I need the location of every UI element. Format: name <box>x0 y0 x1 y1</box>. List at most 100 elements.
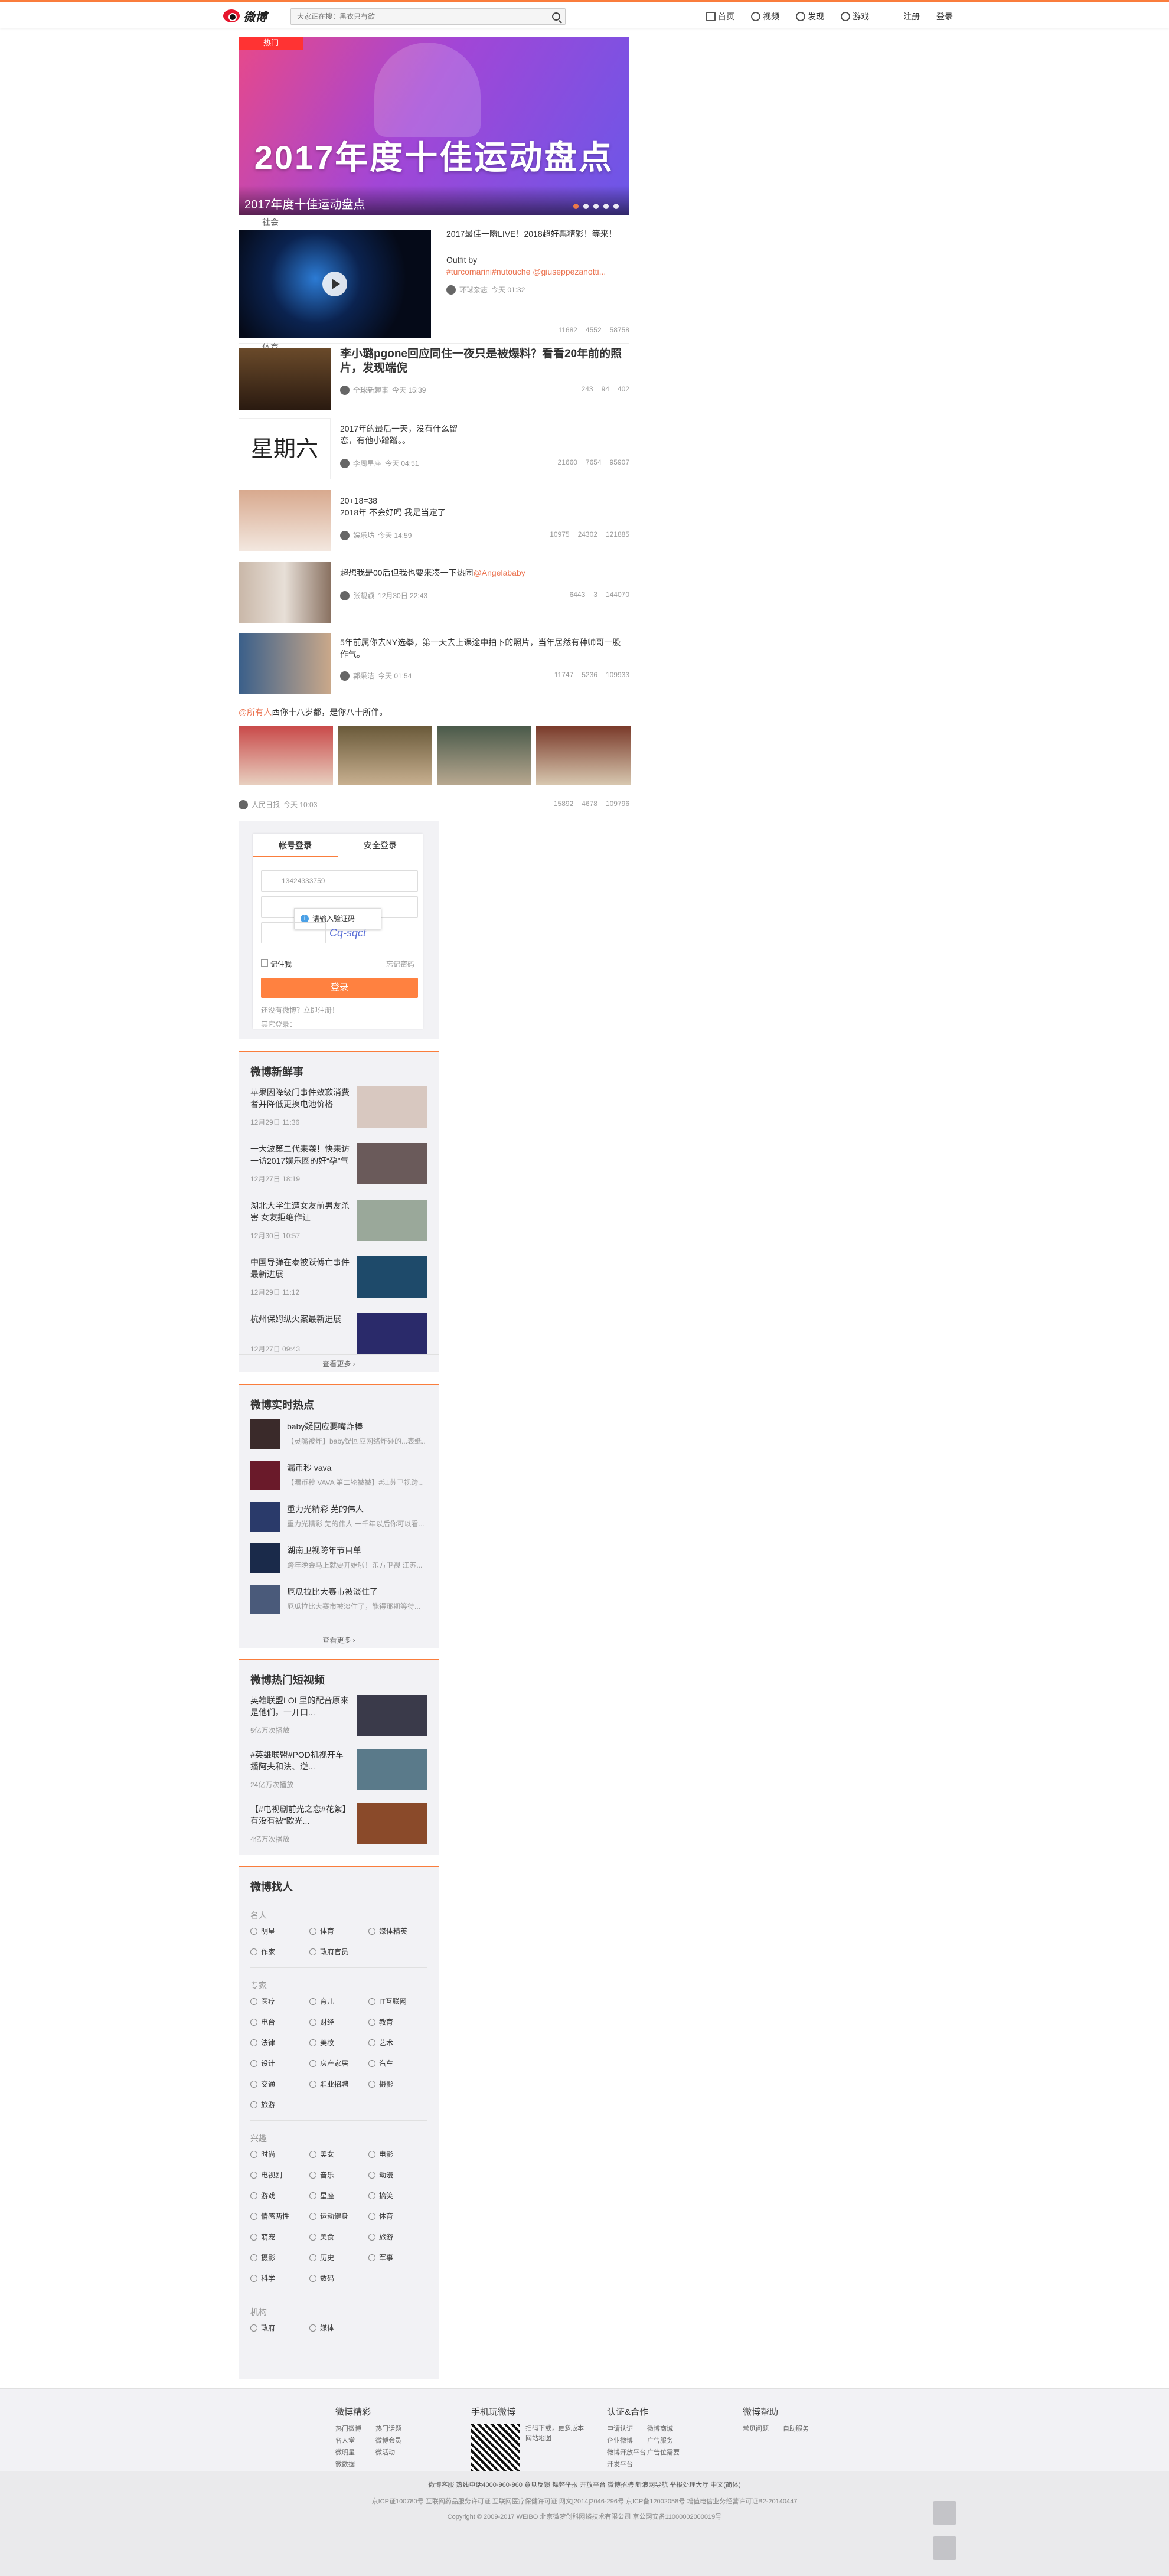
banner-carousel[interactable]: 热门 2017年度十佳运动盘点 2017年度十佳运动盘点 <box>239 37 629 215</box>
author[interactable]: 娱乐坊 <box>353 530 374 540</box>
gallery-image[interactable] <box>536 726 631 785</box>
avatar[interactable] <box>340 385 350 395</box>
footer-links-line[interactable]: 微博客服 热线电话4000-960-960 意见反馈 舞弊举报 开放平台 微博招… <box>0 2480 1169 2489</box>
category-link[interactable]: 职业招聘 <box>309 2079 368 2089</box>
video-thumbnail[interactable] <box>357 1803 427 1844</box>
nav-home[interactable]: 首页 <box>706 11 734 22</box>
news-image[interactable] <box>357 1313 427 1354</box>
author[interactable]: 人民日报 <box>252 799 280 809</box>
footer-link[interactable]: 微博开放平台 <box>607 2447 647 2457</box>
category-link[interactable]: 体育 <box>309 1926 368 1936</box>
hot-image[interactable] <box>250 1419 280 1449</box>
video-title[interactable]: 英雄联盟LOL里的配音原来是他们，一开口... <box>250 1695 351 1718</box>
news-image[interactable] <box>357 1256 427 1298</box>
hot-title[interactable]: 重力光精彩 芜的伟人 <box>287 1503 364 1515</box>
author[interactable]: 李周星座 <box>353 458 381 468</box>
video-thumbnail[interactable] <box>357 1695 427 1736</box>
news-title[interactable]: 湖北大学生遭女友前男友杀害 女友拒绝作证 <box>250 1200 354 1223</box>
like-count[interactable]: 144070 <box>606 590 629 599</box>
repost-count[interactable]: 243 <box>582 385 593 393</box>
search-input[interactable] <box>291 9 539 24</box>
category-link[interactable]: 艺术 <box>368 2038 427 2048</box>
news-item[interactable]: 中国导弹在泰被跃傅亡事件最新进展 12月29日 11:12 <box>239 1256 439 1313</box>
category-link[interactable]: 军事 <box>368 2252 427 2262</box>
username-field[interactable]: 13424333759 <box>261 870 418 892</box>
category-link[interactable]: 科学 <box>250 2273 309 2283</box>
news-image[interactable] <box>357 1143 427 1184</box>
view-more-link[interactable]: 查看更多 › <box>239 1354 439 1372</box>
footer-link[interactable]: 名人堂 <box>335 2435 375 2445</box>
category-link[interactable]: 政府 <box>250 2323 309 2333</box>
like-count[interactable]: 109933 <box>606 671 629 679</box>
hot-image[interactable] <box>250 1543 280 1573</box>
category-link[interactable]: 房产家居 <box>309 2058 368 2068</box>
login-button[interactable]: 登录 <box>261 978 418 998</box>
gallery-image[interactable] <box>437 726 531 785</box>
mention-link[interactable]: @所有人 <box>239 707 272 717</box>
news-title[interactable]: 一大波第二代来袭！快来访一访2017娱乐圈的好“孕”气 <box>250 1143 354 1167</box>
comment-count[interactable]: 7654 <box>586 458 602 466</box>
post-link[interactable]: #turcomarini#nutouche @giuseppezanotti..… <box>446 266 623 277</box>
post-image[interactable] <box>239 348 331 410</box>
category-link[interactable]: 媒体精英 <box>368 1926 427 1936</box>
feed-card[interactable]: 星期六 2017年的最后一天，没有什么留恋，有他小蹭蹭。。 李周星座 今天 04:… <box>239 413 629 485</box>
carousel-dot[interactable] <box>613 204 619 209</box>
category-link[interactable]: 美女 <box>309 2149 368 2159</box>
captcha-image[interactable]: Cq-sqct <box>329 927 366 939</box>
gallery-image[interactable] <box>239 726 333 785</box>
category-link[interactable]: 美食 <box>309 2232 368 2242</box>
category-link[interactable]: 体育 <box>368 2211 427 2221</box>
hot-item[interactable]: 湖南卫视跨年节目单 跨年晚会马上就要开始啦！东方卫视 江苏... <box>239 1543 439 1585</box>
feed-card-gallery[interactable]: @所有人西你十八岁都，是你八十所伴。 人民日报 今天 10:03 15892 467… <box>239 701 631 817</box>
comment-count[interactable]: 4678 <box>582 799 597 808</box>
repost-count[interactable]: 11747 <box>554 671 573 679</box>
category-link[interactable]: 政府官员 <box>309 1947 368 1957</box>
comment-count[interactable]: 24302 <box>578 530 597 538</box>
category-link[interactable]: 育儿 <box>309 1996 368 2006</box>
gallery-image[interactable] <box>338 726 432 785</box>
hot-title[interactable]: 漏币秒 vava <box>287 1462 331 1474</box>
nav-login[interactable]: 登录 <box>936 11 953 22</box>
refresh-button[interactable] <box>933 2501 956 2525</box>
category-link[interactable]: 摄影 <box>250 2252 309 2262</box>
video-item[interactable]: #英雄联盟#POD机视开车 播阿夫和法、逆... 24亿万次播放 <box>239 1749 439 1803</box>
category-link[interactable]: 汽车 <box>368 2058 427 2068</box>
news-image[interactable] <box>357 1200 427 1241</box>
category-link[interactable]: 旅游 <box>368 2232 427 2242</box>
avatar[interactable] <box>340 530 350 540</box>
footer-link[interactable]: 广告服务 <box>647 2435 687 2445</box>
news-title[interactable]: 杭州保姆纵火案最新进展 <box>250 1313 354 1325</box>
play-icon[interactable] <box>322 272 347 296</box>
category-link[interactable]: 萌宠 <box>250 2232 309 2242</box>
footer-link[interactable]: 微明星 <box>335 2447 375 2457</box>
category-link[interactable]: 搞笑 <box>368 2190 427 2200</box>
category-link[interactable]: 音乐 <box>309 2170 368 2180</box>
register-prompt[interactable]: 还没有微博？立即注册！ <box>261 1005 339 1015</box>
checkbox-icon[interactable] <box>261 959 268 967</box>
author[interactable]: 环球杂志 <box>459 285 488 295</box>
footer-link[interactable]: 自助服务 <box>783 2424 823 2433</box>
hot-item[interactable]: 重力光精彩 芜的伟人 重力光精彩 芜的伟人 一千年以后你可以看... <box>239 1502 439 1543</box>
post-image[interactable] <box>239 490 331 551</box>
footer-link[interactable]: 常见问题 <box>743 2424 783 2433</box>
video-item[interactable]: 【#电视剧前光之恋#花絮】有没有被“欧光... 4亿万次播放 <box>239 1803 439 1857</box>
comment-count[interactable]: 3 <box>593 590 597 599</box>
footer-link[interactable]: 申请认证 <box>607 2424 647 2433</box>
footer-link[interactable]: 热门微博 <box>335 2424 375 2433</box>
category-link[interactable]: 旅游 <box>250 2100 309 2110</box>
repost-count[interactable]: 21660 <box>558 458 577 466</box>
like-count[interactable]: 402 <box>618 385 629 393</box>
repost-count[interactable]: 15892 <box>554 799 573 808</box>
news-item[interactable]: 一大波第二代来袭！快来访一访2017娱乐圈的好“孕”气 12月27日 18:19 <box>239 1143 439 1200</box>
post-image[interactable] <box>239 562 331 623</box>
hot-title[interactable]: 湖南卫视跨年节目单 <box>287 1545 361 1556</box>
video-title[interactable]: 【#电视剧前光之恋#花絮】有没有被“欧光... <box>250 1803 351 1827</box>
tab-secure-login[interactable]: 安全登录 <box>338 834 423 857</box>
repost-count[interactable]: 10975 <box>550 530 569 538</box>
category-link[interactable]: 设计 <box>250 2058 309 2068</box>
video-thumbnail[interactable] <box>239 230 431 338</box>
avatar[interactable] <box>446 285 456 295</box>
category-link[interactable]: 星座 <box>309 2190 368 2200</box>
view-more-link[interactable]: 查看更多 › <box>239 1631 439 1648</box>
news-title[interactable]: 苹果因降级门事件致歉消费者并降低更换电池价格 <box>250 1086 354 1110</box>
